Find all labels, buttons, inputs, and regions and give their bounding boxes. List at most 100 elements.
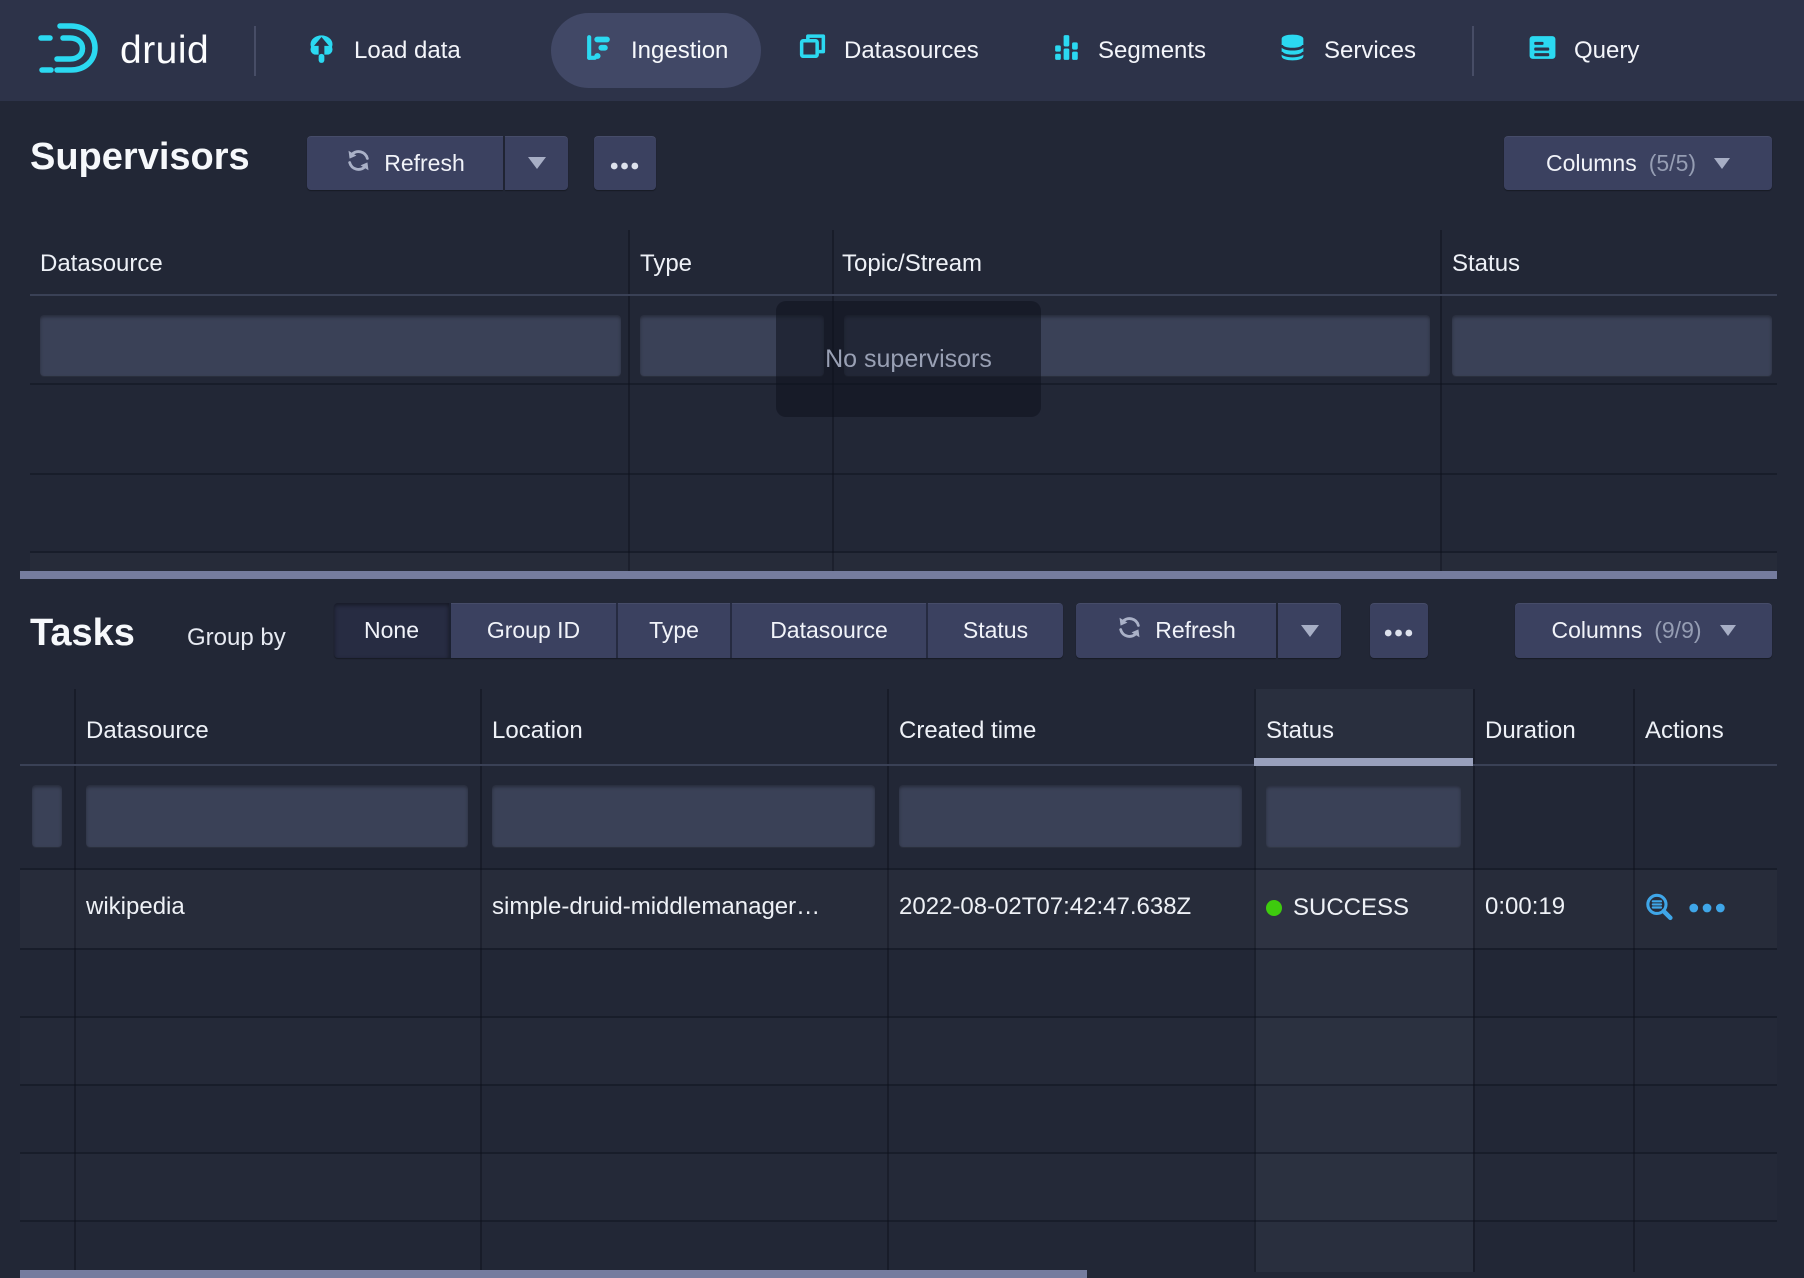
nav-divider xyxy=(254,26,256,76)
task-actions-more-icon[interactable] xyxy=(1689,901,1727,919)
group-by-segmented-control: None Group ID Type Datasource Status xyxy=(334,603,1063,658)
tasks-horizontal-scrollbar[interactable] xyxy=(20,1270,1087,1278)
empty-state-message: No supervisors xyxy=(825,345,992,374)
refresh-dropdown-button[interactable] xyxy=(1278,603,1341,658)
column-header-created-time[interactable]: Created time xyxy=(899,717,1036,745)
nav-item-label: Load data xyxy=(354,37,461,65)
columns-label: Columns xyxy=(1551,617,1642,644)
refresh-icon xyxy=(345,147,372,180)
tasks-refresh-split-button: Refresh xyxy=(1076,603,1341,658)
nav-item-services[interactable]: Services xyxy=(1277,0,1416,101)
logo-wordmark: druid xyxy=(120,29,209,73)
druid-logo[interactable]: druid xyxy=(36,0,209,101)
row-divider xyxy=(20,948,1777,950)
column-header-status[interactable]: Status xyxy=(1452,250,1520,278)
column-header-location[interactable]: Location xyxy=(492,717,583,745)
supervisors-filter-datasource[interactable] xyxy=(40,315,621,376)
column-header-datasource[interactable]: Datasource xyxy=(40,250,163,278)
supervisors-refresh-split-button: Refresh xyxy=(307,136,568,190)
tasks-table: Datasource Location Created time Status … xyxy=(20,689,1777,1272)
column-divider xyxy=(628,230,630,572)
tasks-more-button[interactable] xyxy=(1370,603,1428,658)
refresh-icon xyxy=(1116,614,1143,647)
refresh-button[interactable]: Refresh xyxy=(307,136,503,190)
column-divider xyxy=(1440,230,1442,572)
group-by-datasource-button[interactable]: Datasource xyxy=(732,603,928,658)
empty-state: No supervisors xyxy=(776,301,1041,417)
task-status-cell: SUCCESS xyxy=(1266,894,1409,922)
tasks-filter-hidden-column[interactable] xyxy=(32,785,62,847)
top-nav: druid Load data xyxy=(0,0,1804,101)
druid-console: druid Load data xyxy=(0,0,1804,1278)
chevron-down-icon xyxy=(1301,625,1319,637)
nav-item-label: Ingestion xyxy=(631,37,728,65)
refresh-dropdown-button[interactable] xyxy=(505,136,568,190)
column-header-status[interactable]: Status xyxy=(1266,717,1334,745)
nav-item-label: Datasources xyxy=(844,37,979,65)
columns-label: Columns xyxy=(1546,150,1637,177)
row-stripe xyxy=(30,553,1777,572)
chevron-down-icon xyxy=(528,157,546,169)
supervisors-more-button[interactable] xyxy=(594,136,656,190)
nav-item-label: Services xyxy=(1324,37,1416,65)
nav-item-label: Query xyxy=(1574,37,1639,65)
refresh-label: Refresh xyxy=(1155,617,1236,644)
row-stripe xyxy=(20,1154,1777,1220)
refresh-button[interactable]: Refresh xyxy=(1076,603,1276,658)
task-datasource-cell: wikipedia xyxy=(86,893,185,921)
tasks-title: Tasks xyxy=(30,612,135,656)
column-header-duration[interactable]: Duration xyxy=(1485,717,1576,745)
header-underline xyxy=(30,294,1777,296)
column-header-type[interactable]: Type xyxy=(640,250,692,278)
tasks-filter-created-time[interactable] xyxy=(899,785,1242,847)
sort-indicator xyxy=(1254,758,1473,766)
refresh-label: Refresh xyxy=(384,150,465,177)
nav-item-datasources[interactable]: Datasources xyxy=(797,0,979,101)
row-divider xyxy=(20,1084,1777,1086)
druid-logo-icon xyxy=(36,22,108,79)
database-icon xyxy=(1277,32,1308,70)
nav-item-load-data[interactable]: Load data xyxy=(305,0,461,101)
group-by-none-button[interactable]: None xyxy=(334,603,451,658)
tasks-filter-datasource[interactable] xyxy=(86,785,468,847)
console-icon xyxy=(1527,32,1558,70)
header-underline xyxy=(20,764,1777,766)
nav-item-segments[interactable]: Segments xyxy=(1051,0,1206,101)
group-by-group-id-button[interactable]: Group ID xyxy=(451,603,618,658)
supervisors-filter-status[interactable] xyxy=(1452,315,1772,376)
column-header-topic-stream[interactable]: Topic/Stream xyxy=(842,250,982,278)
nav-item-label: Segments xyxy=(1098,37,1206,65)
nav-item-query[interactable]: Query xyxy=(1527,0,1639,101)
more-icon xyxy=(610,150,640,177)
tasks-filter-status[interactable] xyxy=(1266,785,1461,847)
supervisors-horizontal-scrollbar[interactable] xyxy=(20,571,1777,579)
group-by-label: Group by xyxy=(187,624,286,652)
tasks-filter-location[interactable] xyxy=(492,785,875,847)
row-divider xyxy=(30,473,1777,475)
status-success-dot xyxy=(1266,900,1282,916)
gantt-chart-icon xyxy=(584,32,615,70)
nav-divider xyxy=(1472,26,1474,76)
layers-icon xyxy=(797,32,828,70)
column-header-datasource[interactable]: Datasource xyxy=(86,717,209,745)
nav-item-ingestion[interactable]: Ingestion xyxy=(551,13,761,88)
columns-count: (9/9) xyxy=(1654,617,1701,644)
supervisors-table: Datasource Type Topic/Stream Status No s… xyxy=(30,230,1777,580)
task-created-time-cell: 2022-08-02T07:42:47.638Z xyxy=(899,893,1191,921)
chevron-down-icon xyxy=(1714,158,1730,169)
status-label: SUCCESS xyxy=(1293,894,1409,922)
inspect-task-icon[interactable] xyxy=(1643,891,1676,929)
cloud-upload-icon xyxy=(305,31,338,71)
task-duration-cell: 0:00:19 xyxy=(1485,893,1565,921)
group-by-type-button[interactable]: Type xyxy=(618,603,732,658)
tasks-columns-button[interactable]: Columns (9/9) xyxy=(1515,603,1772,658)
supervisors-columns-button[interactable]: Columns (5/5) xyxy=(1504,136,1772,190)
column-header-actions[interactable]: Actions xyxy=(1645,717,1724,745)
segmented-bars-icon xyxy=(1051,32,1082,70)
row-stripe xyxy=(20,1018,1777,1084)
columns-count: (5/5) xyxy=(1649,150,1696,177)
chevron-down-icon xyxy=(1720,625,1736,636)
group-by-status-button[interactable]: Status xyxy=(928,603,1063,658)
row-divider xyxy=(20,1220,1777,1222)
more-icon xyxy=(1384,617,1414,644)
